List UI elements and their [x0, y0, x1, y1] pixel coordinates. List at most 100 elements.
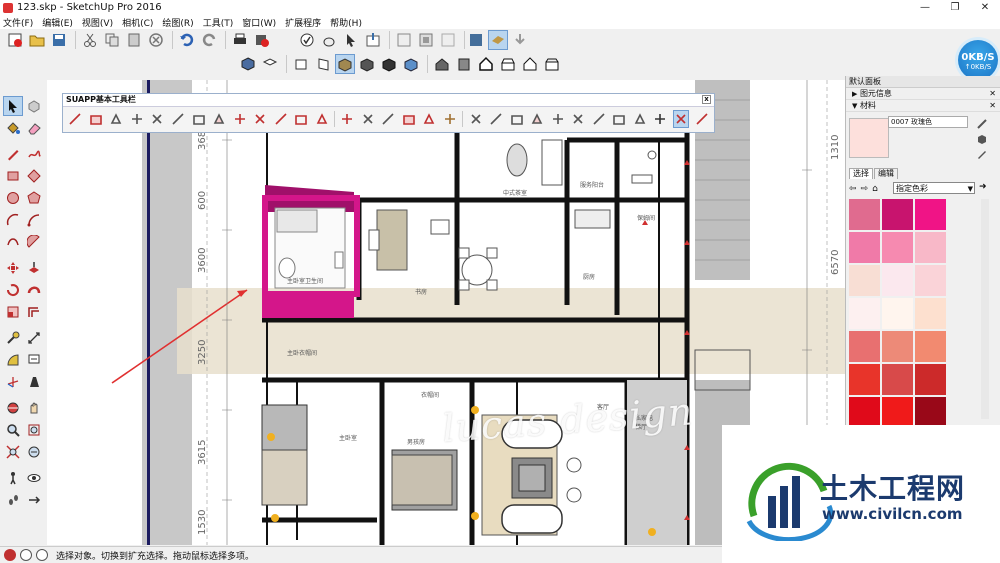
material-swatch[interactable]	[882, 397, 913, 428]
right-view-button[interactable]	[313, 54, 333, 74]
menu-edit[interactable]: 编辑(E)	[42, 16, 73, 29]
suapp-tool-button[interactable]	[570, 110, 587, 128]
menu-view[interactable]: 视图(V)	[82, 16, 113, 29]
close-entity-info-icon[interactable]: ✕	[989, 88, 996, 100]
suapp-tool-button[interactable]	[108, 110, 125, 128]
suapp-tool-button[interactable]	[611, 110, 628, 128]
position-camera-button[interactable]	[3, 490, 23, 510]
paint-bucket-button[interactable]	[3, 118, 23, 138]
undo-button[interactable]	[177, 30, 197, 50]
suapp-tool-button[interactable]	[170, 110, 187, 128]
make-component-button[interactable]	[24, 96, 44, 116]
material-swatch[interactable]	[882, 364, 913, 395]
suapp-tool-button[interactable]	[467, 110, 484, 128]
material-swatch[interactable]	[882, 232, 913, 263]
menu-file[interactable]: 文件(F)	[3, 16, 33, 29]
front-view-button[interactable]	[291, 54, 311, 74]
material-swatch[interactable]	[915, 331, 946, 362]
help-icon[interactable]	[36, 549, 48, 561]
select-tool-button[interactable]	[3, 96, 23, 116]
save-file-button[interactable]	[49, 30, 69, 50]
suapp-close-button[interactable]: x	[702, 95, 711, 104]
window-a-button[interactable]	[394, 30, 414, 50]
push-pull-button[interactable]	[24, 258, 44, 278]
paste-button[interactable]	[124, 30, 144, 50]
suapp-tool-button[interactable]	[129, 110, 146, 128]
redo-button[interactable]	[199, 30, 219, 50]
suapp-toolbar[interactable]: SUAPP基本工具栏 x	[62, 93, 715, 133]
two-point-arc-button[interactable]	[24, 210, 44, 230]
material-swatch[interactable]	[882, 265, 913, 296]
maximize-button[interactable]: ❐	[940, 0, 970, 15]
menu-draw[interactable]: 绘图(R)	[162, 16, 193, 29]
details-arrow-icon[interactable]: ➜	[979, 182, 987, 192]
extension-warehouse-button[interactable]	[510, 30, 530, 50]
material-swatch[interactable]	[849, 331, 880, 362]
pan-tool-button[interactable]	[24, 398, 44, 418]
teapot-button[interactable]	[319, 30, 339, 50]
eraser-button[interactable]	[24, 118, 44, 138]
polygon-tool-button[interactable]	[24, 188, 44, 208]
material-swatch[interactable]	[849, 199, 880, 230]
window-c-button[interactable]	[438, 30, 458, 50]
suapp-tool-button[interactable]	[293, 110, 310, 128]
monochrome-button[interactable]	[379, 54, 399, 74]
print-button[interactable]	[230, 30, 250, 50]
follow-me-button[interactable]	[24, 280, 44, 300]
move-tool-button[interactable]	[3, 258, 23, 278]
axes-tool-button[interactable]	[3, 372, 23, 392]
suapp-tool-button[interactable]	[652, 110, 669, 128]
xray-button[interactable]	[401, 54, 421, 74]
rotate-tool-button[interactable]	[3, 280, 23, 300]
house-view-2-button[interactable]	[454, 54, 474, 74]
menu-help[interactable]: 帮助(H)	[330, 16, 362, 29]
suapp-tool-button[interactable]	[693, 110, 710, 128]
suapp-tool-button[interactable]	[508, 110, 525, 128]
material-swatch[interactable]	[915, 364, 946, 395]
suapp-tool-button[interactable]	[190, 110, 207, 128]
model-info-button[interactable]	[252, 30, 272, 50]
swatch-scrollbar[interactable]	[981, 199, 989, 419]
menu-window[interactable]: 窗口(W)	[242, 16, 276, 29]
house-view-5-button[interactable]	[520, 54, 540, 74]
suapp-tool-button[interactable]	[149, 110, 166, 128]
suapp-tool-button[interactable]	[339, 110, 356, 128]
look-around-button[interactable]	[24, 468, 44, 488]
cut-button[interactable]	[80, 30, 100, 50]
tab-edit[interactable]: 编辑	[874, 168, 898, 179]
forward-arrow-icon[interactable]: ⇨	[861, 184, 869, 194]
offset-tool-button[interactable]	[24, 302, 44, 322]
shaded-button[interactable]	[357, 54, 377, 74]
section-plane-button[interactable]	[24, 490, 44, 510]
entity-info-section[interactable]: ▶ 图元信息 ✕	[846, 88, 1000, 100]
close-materials-icon[interactable]: ✕	[989, 100, 996, 112]
suapp-tool-button[interactable]	[421, 110, 438, 128]
export-button[interactable]	[363, 30, 383, 50]
3d-text-button[interactable]	[24, 372, 44, 392]
house-view-1-button[interactable]	[432, 54, 452, 74]
rotated-rectangle-button[interactable]	[24, 166, 44, 186]
back-arrow-icon[interactable]: ⇦	[849, 184, 857, 194]
material-swatch[interactable]	[849, 298, 880, 329]
menu-extensions[interactable]: 扩展程序	[285, 16, 321, 29]
materials-section[interactable]: ▼ 材料 ✕	[846, 100, 1000, 112]
menu-tools[interactable]: 工具(T)	[203, 16, 234, 29]
top-view-button[interactable]	[260, 54, 280, 74]
orbit-tool-button[interactable]	[3, 398, 23, 418]
suapp-tool-button[interactable]	[529, 110, 546, 128]
suapp-tool-button[interactable]	[549, 110, 566, 128]
suapp-tool-button[interactable]	[272, 110, 289, 128]
material-swatch[interactable]	[849, 397, 880, 428]
material-name-field[interactable]: 0007 玫瑰色	[888, 116, 968, 128]
suapp-tool-button[interactable]	[401, 110, 418, 128]
suapp-toolbar-title[interactable]: SUAPP基本工具栏 x	[63, 94, 714, 107]
geo-location-icon[interactable]	[4, 549, 16, 561]
suapp-tool-button[interactable]	[380, 110, 397, 128]
shaded-texture-button[interactable]	[335, 54, 355, 74]
arc-tool-button[interactable]	[3, 210, 23, 230]
rectangle-tool-button[interactable]	[3, 166, 23, 186]
suapp-tool-button[interactable]	[672, 110, 690, 128]
pie-tool-button[interactable]	[24, 232, 44, 252]
previous-view-button[interactable]	[24, 442, 44, 462]
material-swatch[interactable]	[882, 199, 913, 230]
